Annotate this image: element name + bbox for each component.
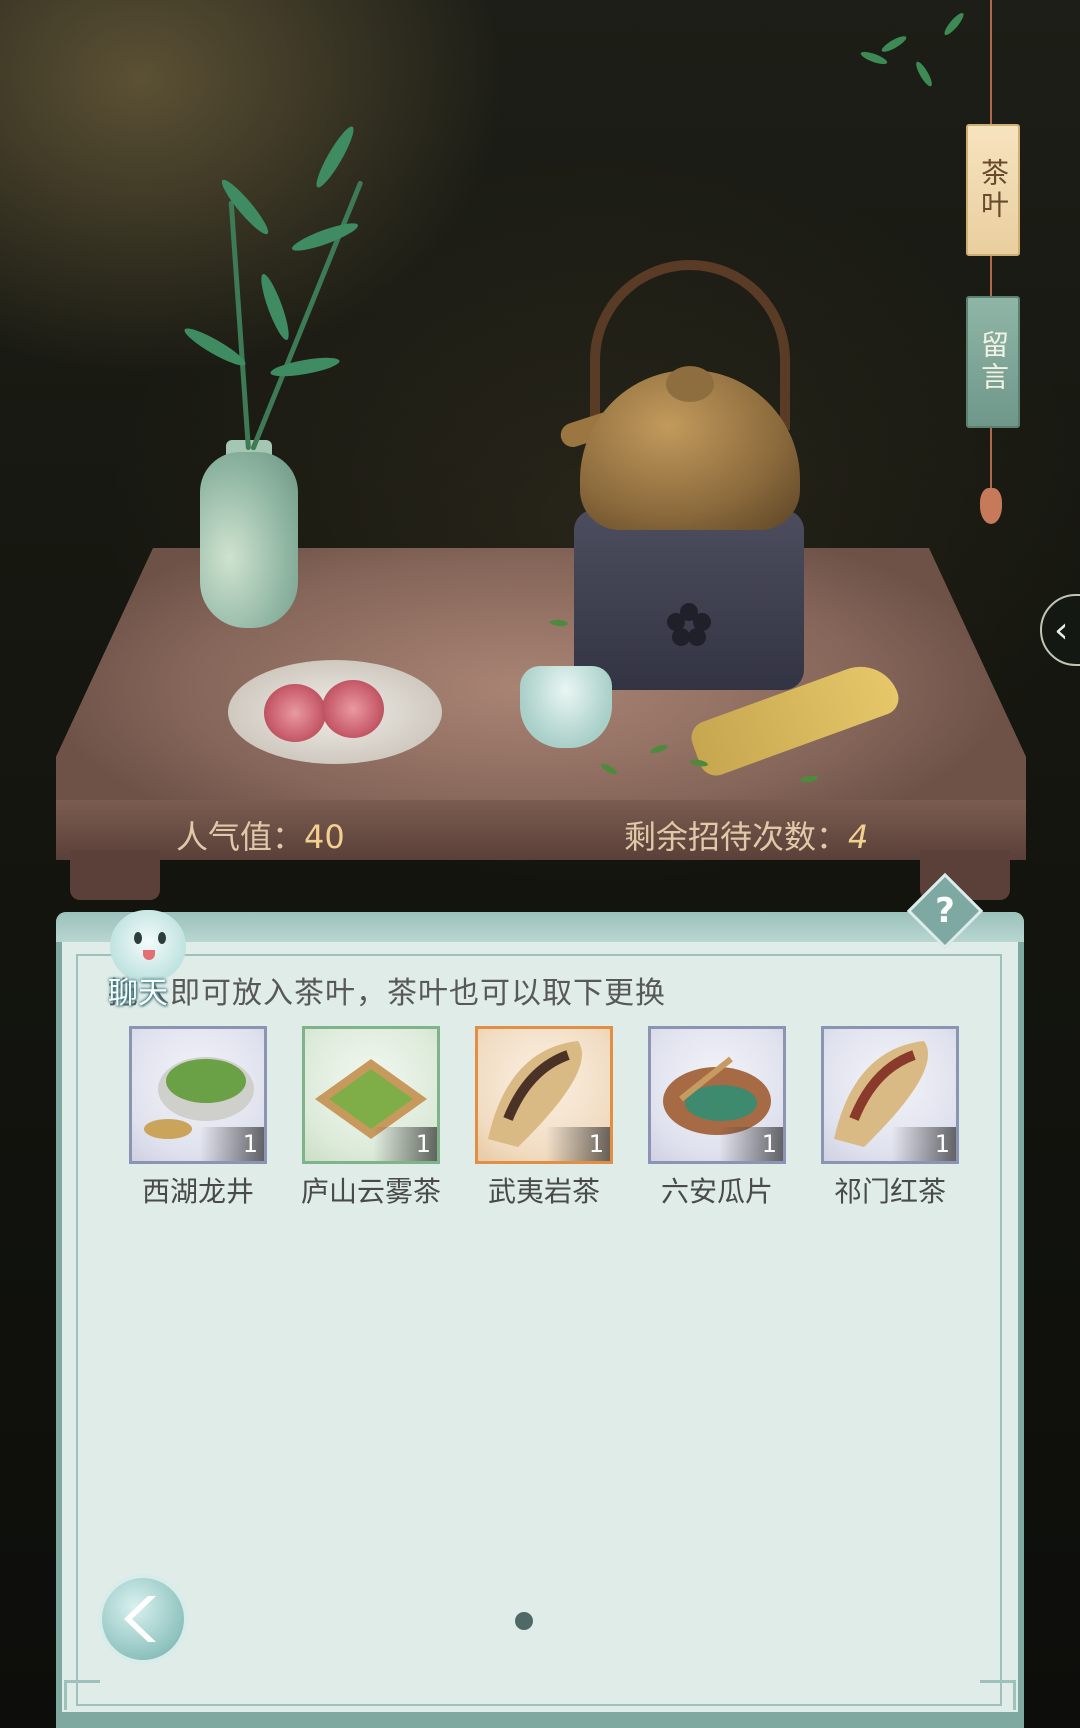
tea-item[interactable]: 1 六安瓜片 xyxy=(645,1026,789,1210)
panel-header-bar xyxy=(56,912,1024,942)
vase xyxy=(200,452,298,628)
drag-hint-text: 拖入即可放入茶叶，茶叶也可以取下更换 xyxy=(108,976,666,1011)
table-leg xyxy=(70,850,160,900)
remaining-visits-value: 4 xyxy=(848,818,869,856)
tea-item-slot[interactable]: 1 xyxy=(129,1026,267,1164)
popularity-label: 人气值： xyxy=(176,818,305,856)
tea-item-count: 1 xyxy=(892,1127,956,1161)
tea-item-count: 1 xyxy=(373,1127,437,1161)
chevron-left-icon: ‹ xyxy=(1054,609,1069,651)
tea-item-slot[interactable]: 1 xyxy=(302,1026,440,1164)
hanging-string xyxy=(990,424,992,490)
hanging-string xyxy=(990,252,992,298)
panel-bottom-strip xyxy=(56,1712,1024,1728)
tea-item[interactable]: 1 西湖龙井 xyxy=(126,1026,270,1210)
tassel-ornament xyxy=(980,488,1002,524)
page-indicator-dot[interactable] xyxy=(515,1612,533,1630)
tea-item-name: 祁门红茶 xyxy=(833,1175,946,1208)
chat-label[interactable]: 聊天 xyxy=(108,968,168,1012)
tea-item-count: 1 xyxy=(200,1127,264,1161)
help-button[interactable]: ? xyxy=(918,884,972,938)
hanging-string xyxy=(990,0,992,126)
popularity-value: 40 xyxy=(304,818,345,856)
mascot-eye xyxy=(158,932,166,944)
back-arrow-icon xyxy=(124,1596,156,1642)
tea-item[interactable]: 1 庐山云雾茶 xyxy=(299,1026,443,1210)
tea-item-name: 武夷岩茶 xyxy=(487,1175,600,1208)
tea-item-count: 1 xyxy=(719,1127,783,1161)
tea-item[interactable]: 1 祁门红茶 xyxy=(818,1026,962,1210)
popularity-stat: 人气值：40 xyxy=(176,812,345,858)
remaining-visits-stat: 剩余招待次数：4 xyxy=(624,812,868,858)
tab-tea-leaves-label: 茶叶 xyxy=(977,158,1010,222)
tab-tea-leaves[interactable]: 茶叶 xyxy=(966,124,1020,256)
tea-item-slot[interactable]: 1 xyxy=(821,1026,959,1164)
tea-cup xyxy=(520,666,612,748)
flower-cake xyxy=(264,684,326,742)
panel-corner-ornament xyxy=(64,1680,100,1710)
tea-item-count: 1 xyxy=(546,1127,610,1161)
remaining-visits-label: 剩余招待次数： xyxy=(624,818,849,856)
tea-item[interactable]: 1 武夷岩茶 xyxy=(472,1026,616,1210)
flower-cake xyxy=(322,680,384,738)
tea-item-grid: 1 西湖龙井 1 庐山云雾茶 1 武夷岩茶 1 六安瓜片 1 祁门红茶 xyxy=(126,1026,966,1210)
tab-messages[interactable]: 留言 xyxy=(966,296,1020,428)
tea-item-name: 六安瓜片 xyxy=(660,1175,773,1208)
question-icon: ? xyxy=(935,891,955,931)
tea-item-name: 庐山云雾茶 xyxy=(300,1175,441,1208)
kettle-lid xyxy=(666,366,714,402)
tab-messages-label: 留言 xyxy=(977,330,1010,394)
tea-item-slot[interactable]: 1 xyxy=(475,1026,613,1164)
panel-corner-ornament xyxy=(980,1680,1016,1710)
tea-item-slot[interactable]: 1 xyxy=(648,1026,786,1164)
plum-blossom-icon xyxy=(667,603,711,646)
back-button[interactable] xyxy=(98,1574,188,1664)
mascot-eye xyxy=(134,932,142,944)
tea-item-name: 西湖龙井 xyxy=(141,1175,254,1208)
